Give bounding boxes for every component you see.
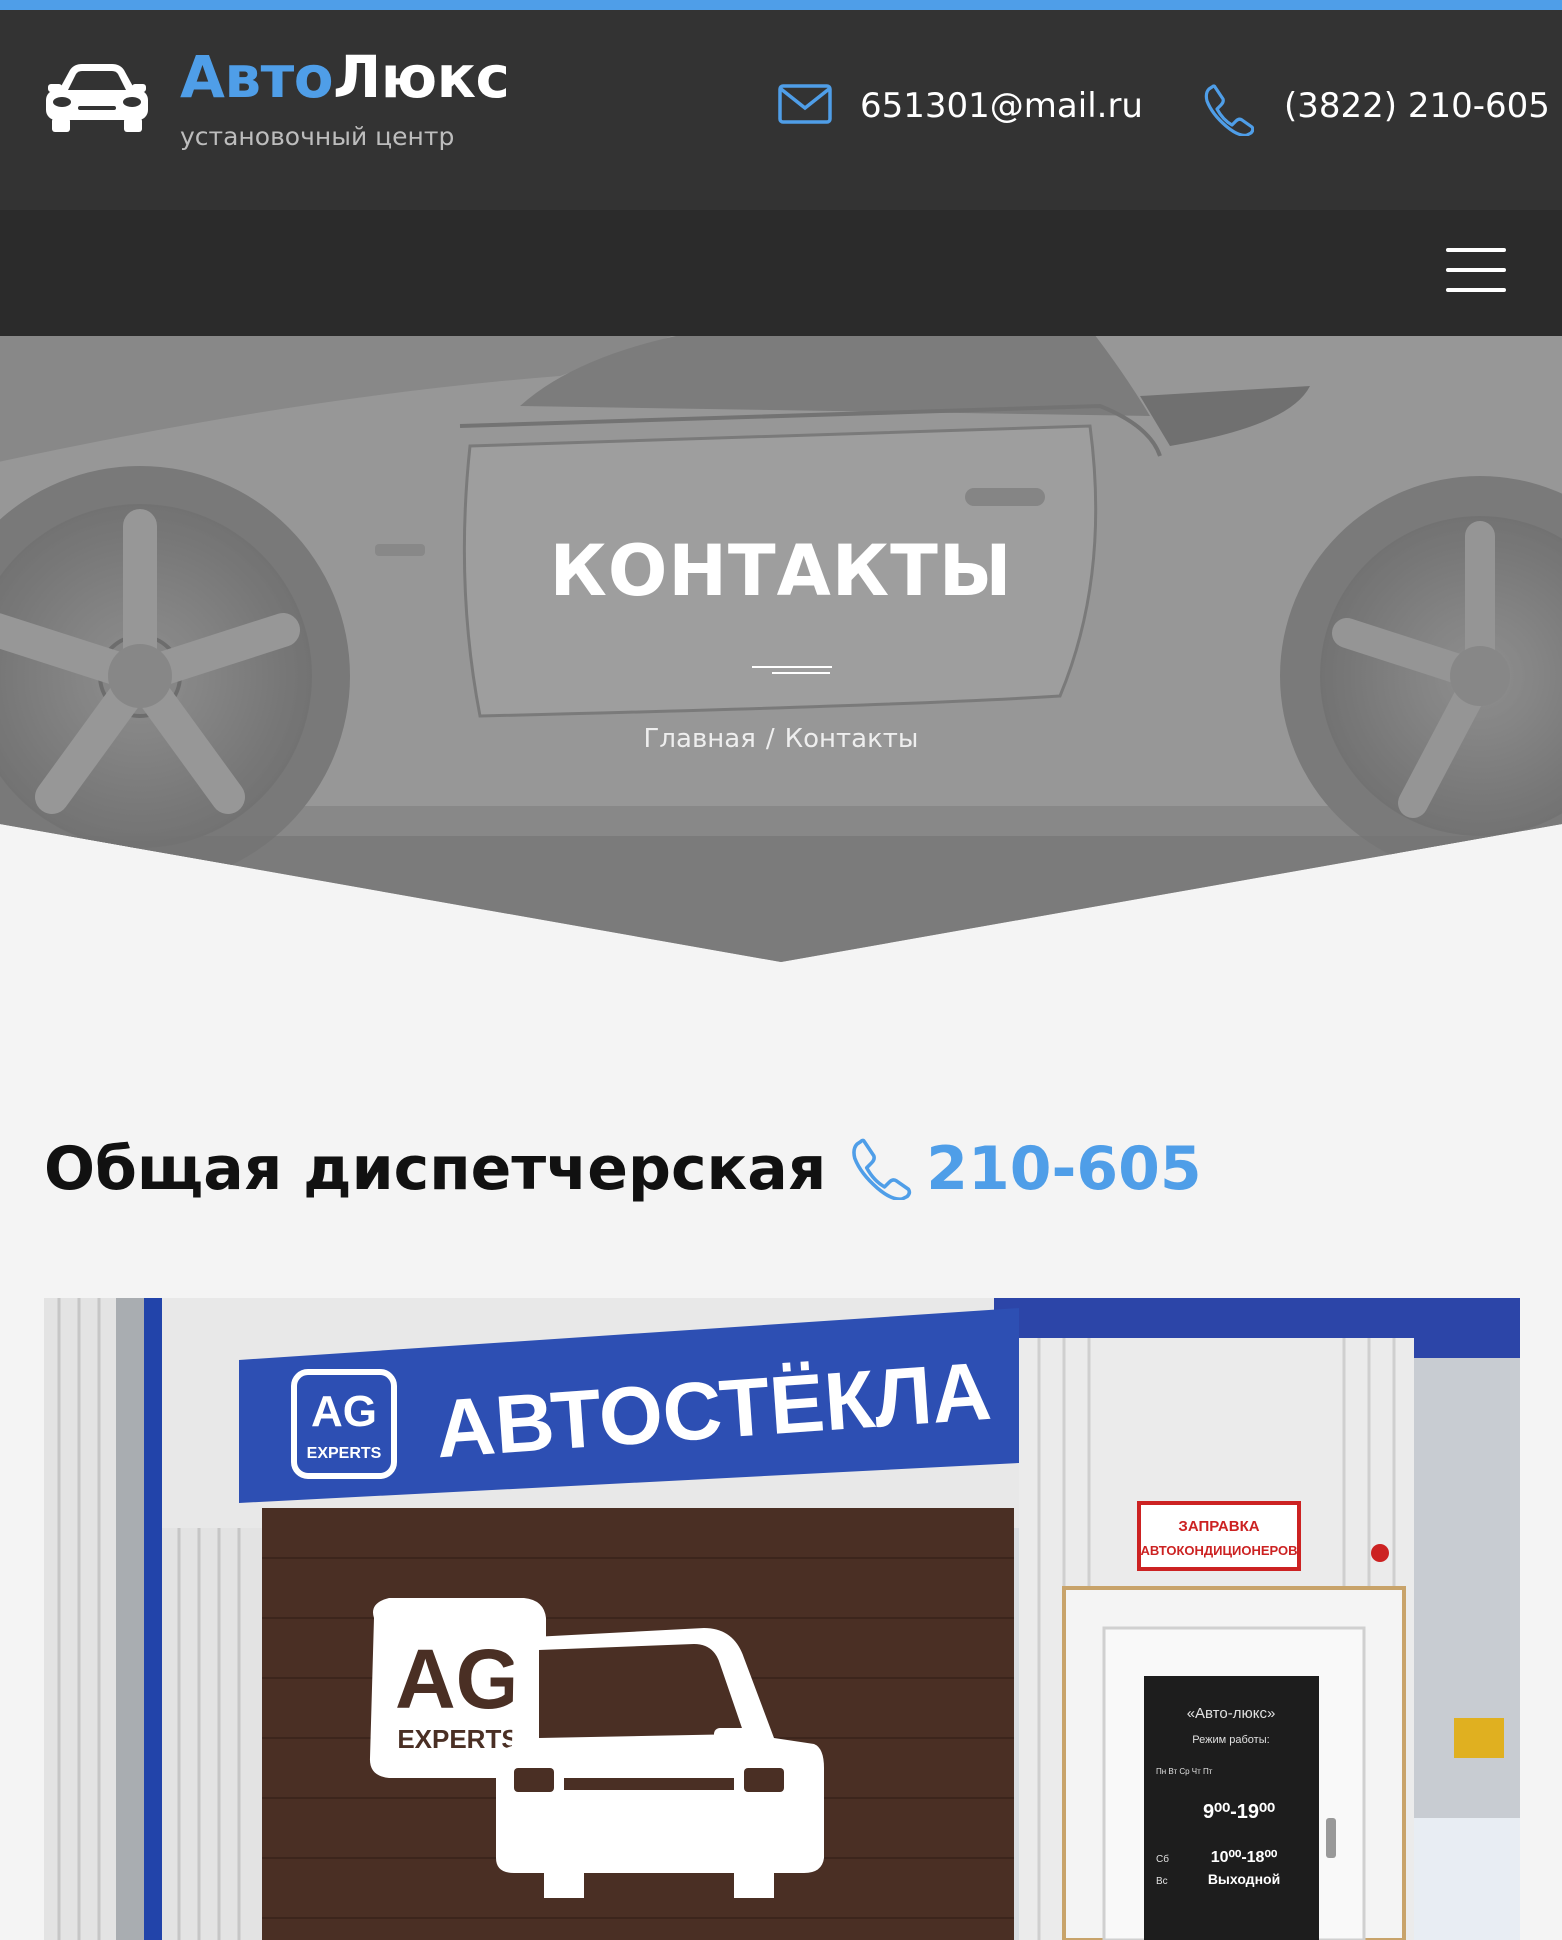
- brand-tagline: установочный центр: [180, 122, 455, 151]
- door-sat-label: Сб: [1156, 1853, 1169, 1865]
- door-hours-label: Режим работы:: [1192, 1734, 1269, 1746]
- brand-name-part2: Люкс: [333, 43, 510, 111]
- breadcrumb-separator: /: [765, 724, 775, 754]
- dispatch-phone-link[interactable]: 210-605: [926, 1134, 1201, 1204]
- main-navbar: [0, 210, 1562, 336]
- breadcrumb-home-link[interactable]: Главная: [644, 724, 756, 754]
- phone-handset-icon: [852, 1138, 912, 1200]
- hero-car-background: [0, 336, 1562, 962]
- door-weekdays-label: Пн Вт Ср Чт Пт: [1156, 1767, 1213, 1776]
- top-accent-strip: [0, 0, 1562, 10]
- door-weekday-hours: 9⁰⁰-19⁰⁰: [1203, 1801, 1275, 1823]
- sign-experts-text: EXPERTS: [307, 1445, 382, 1462]
- red-sign-line1: ЗАПРАВКА: [1178, 1518, 1259, 1535]
- title-divider-short: [772, 672, 830, 674]
- sign-ag-logo-text: AG: [311, 1387, 377, 1436]
- hamburger-menu-icon[interactable]: [1446, 246, 1506, 294]
- dispatch-heading: Общая диспетчерская 210-605: [44, 1134, 1202, 1204]
- garage-ag-logo-text: AG: [395, 1632, 521, 1726]
- door-sun-label: Вс: [1156, 1876, 1168, 1887]
- door-title-text: «Авто-люкс»: [1187, 1705, 1276, 1722]
- header-phone-link[interactable]: (3822) 210-605: [1284, 86, 1550, 126]
- storefront-photo: AG EXPERTS АВТОСТЁКЛА AG EXPERTS ЗАПРАВК…: [44, 1298, 1520, 1940]
- door-sun-hours: Выходной: [1208, 1871, 1280, 1887]
- title-divider: [752, 666, 832, 668]
- door-sat-hours: 10⁰⁰-18⁰⁰: [1211, 1849, 1278, 1866]
- header-email-link[interactable]: 651301@mail.ru: [860, 86, 1143, 126]
- envelope-icon: [778, 84, 832, 124]
- brand-name-part1: Авто: [180, 43, 334, 111]
- dispatch-label: Общая диспетчерская: [44, 1134, 827, 1204]
- hero-banner: [0, 336, 1562, 962]
- phone-handset-icon: [1204, 84, 1254, 136]
- garage-experts-text: EXPERTS: [397, 1724, 518, 1754]
- red-sign-line2: АВТОКОНДИЦИОНЕРОВ: [1140, 1543, 1297, 1558]
- page-title: КОНТАКТЫ: [549, 530, 1013, 612]
- breadcrumb-current: Контакты: [784, 724, 919, 754]
- brand-name[interactable]: АвтоЛюкс: [180, 48, 510, 106]
- breadcrumb: Главная / Контакты: [0, 724, 1562, 754]
- car-front-icon[interactable]: [44, 62, 150, 134]
